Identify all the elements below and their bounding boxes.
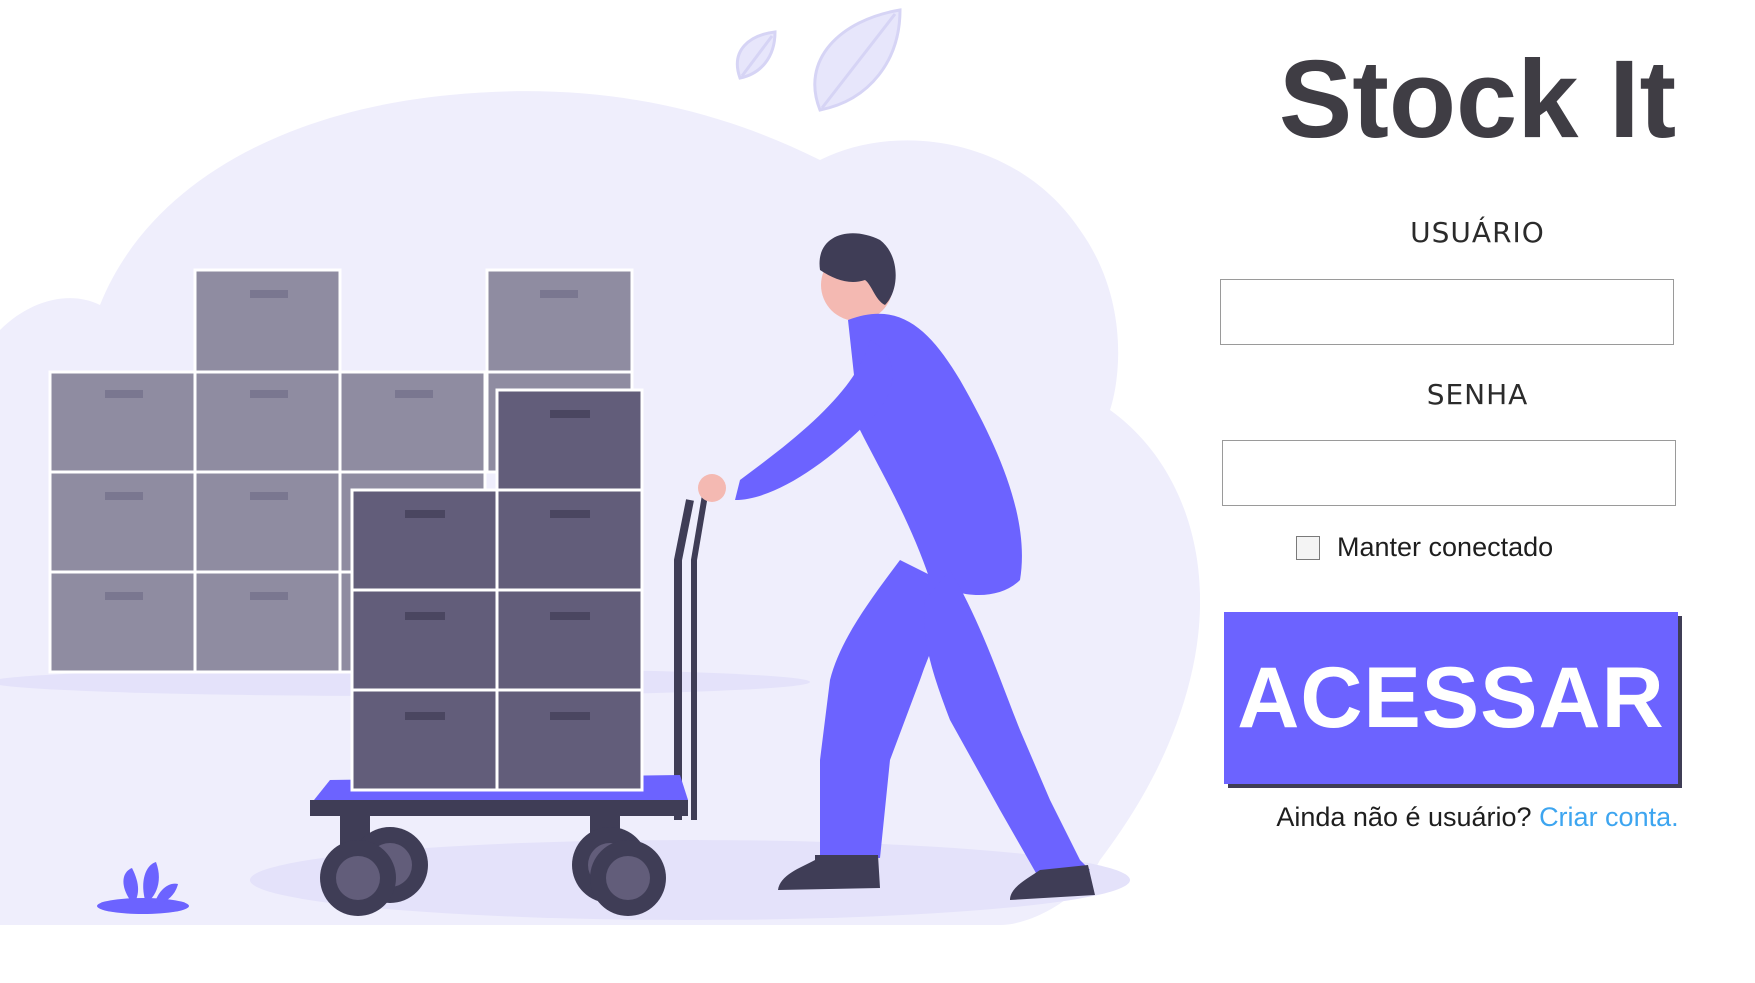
login-panel: Stock It USUÁRIO SENHA Manter conectado …: [1200, 0, 1755, 983]
password-input[interactable]: [1222, 440, 1676, 506]
signup-link[interactable]: Criar conta.: [1539, 802, 1679, 832]
app-title: Stock It: [1278, 38, 1677, 161]
login-page: Stock It USUÁRIO SENHA Manter conectado …: [0, 0, 1755, 983]
username-label: USUÁRIO: [1410, 216, 1545, 249]
password-label: SENHA: [1426, 378, 1529, 411]
signup-prompt: Ainda não é usuário?: [1276, 802, 1540, 832]
remember-me: Manter conectado: [1296, 532, 1553, 563]
remember-label: Manter conectado: [1337, 532, 1554, 562]
signup-line: Ainda não é usuário? Criar conta.: [1200, 802, 1755, 833]
leaf-icon: [736, 8, 902, 112]
access-button[interactable]: ACESSAR: [1224, 612, 1678, 784]
warehouse-illustration: [0, 8, 1200, 925]
remember-checkbox[interactable]: [1296, 535, 1320, 560]
username-input[interactable]: [1220, 279, 1674, 345]
